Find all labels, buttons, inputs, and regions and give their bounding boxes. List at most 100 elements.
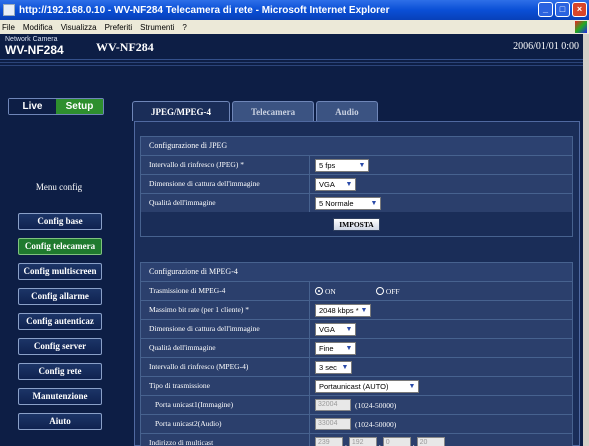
nav-config-base[interactable]: Config base (18, 213, 102, 230)
chevron-down-icon: ▼ (359, 305, 369, 315)
mpeg4-transmission-type-value: Portaunicast (AUTO) (319, 381, 389, 391)
header-divider (0, 60, 583, 68)
mpeg4-capture-size-select[interactable]: VGA ▼ (315, 322, 356, 336)
chevron-down-icon: ▼ (340, 362, 350, 372)
chevron-down-icon: ▼ (357, 160, 367, 170)
mpeg4-refresh-select[interactable]: 3 sec ▼ (315, 360, 352, 374)
mpeg4-capture-size-value: VGA (319, 324, 335, 334)
menu-modifica[interactable]: Modifica (23, 23, 53, 32)
mpeg4-transmission-label: Trasmissione di MPEG-4 (141, 282, 310, 300)
settings-panel: Configurazione di JPEG Intervallo di rin… (134, 121, 580, 446)
close-button[interactable]: × (572, 2, 587, 17)
tab-audio[interactable]: Audio (316, 101, 378, 121)
page-title: WV-NF284 (96, 40, 154, 54)
jpeg-section-title: Configurazione di JPEG (141, 137, 572, 155)
page-content: Network Camera WV-NF284 WV-NF284 2006/01… (0, 34, 583, 446)
jpeg-capture-size-row: Dimensione di cattura dell'immagine VGA ▼ (141, 174, 572, 193)
radio-on-dot (315, 287, 323, 295)
menu-preferiti[interactable]: Preferiti (105, 23, 133, 32)
mpeg4-transmission-row: Trasmissione di MPEG-4 ON OFF (141, 281, 572, 300)
multicast-octet-2[interactable]: 192 (348, 437, 377, 446)
menu-strumenti[interactable]: Strumenti (140, 23, 174, 32)
tab-telecamera[interactable]: Telecamera (232, 101, 315, 121)
tab-bar: JPEG/MPEG-4 Telecamera Audio (132, 101, 380, 121)
port-audio-label: Porta unicast2(Audio) (141, 415, 310, 433)
jpeg-capture-size-label: Dimensione di cattura dell'immagine (141, 175, 310, 193)
mpeg4-bitrate-select[interactable]: 2048 kbps * ▼ (315, 303, 371, 317)
mpeg4-refresh-value: 3 sec (319, 362, 337, 372)
jpeg-refresh-value: 5 fps (319, 160, 336, 170)
jpeg-refresh-select[interactable]: 5 fps ▼ (315, 158, 369, 172)
mpeg4-quality-label: Qualità dell'immagine (141, 339, 310, 357)
mpeg4-quality-value: Fine (319, 343, 334, 353)
window-title: http://192.168.0.10 - WV-NF284 Telecamer… (19, 4, 390, 16)
multicast-octet-4[interactable]: 20 (416, 437, 445, 446)
setup-button[interactable]: Setup (56, 99, 103, 114)
menu-file[interactable]: File (2, 23, 15, 32)
live-button[interactable]: Live (9, 99, 56, 114)
datetime-display: 2006/01/01 0:00 (513, 41, 579, 52)
jpeg-set-button[interactable]: IMPOSTA (333, 217, 380, 231)
nav-aiuto[interactable]: Aiuto (18, 413, 102, 430)
mpeg4-section: Configurazione di MPEG-4 Trasmissione di… (140, 262, 573, 446)
radio-off[interactable]: OFF (375, 286, 400, 296)
jpeg-quality-select[interactable]: 5 Normale ▼ (315, 196, 381, 210)
mpeg4-transmission-type-label: Tipo di trasmissione (141, 377, 310, 395)
mpeg4-transmission-type-row: Tipo di trasmissione Portaunicast (AUTO)… (141, 376, 572, 395)
jpeg-refresh-label: Intervallo di rinfresco (JPEG) * (141, 156, 310, 174)
chevron-down-icon: ▼ (344, 179, 354, 189)
port-image-row: Porta unicast1(Immagine) 32004 (1024-5000… (141, 395, 572, 414)
mpeg4-refresh-row: Intervallo di rinfresco (MPEG-4) 3 sec ▼ (141, 357, 572, 376)
menu-help[interactable]: ? (182, 23, 186, 32)
jpeg-quality-value: 5 Normale (319, 198, 354, 208)
nav-config-rete[interactable]: Config rete (18, 363, 102, 380)
port-audio-input[interactable]: 33004 (315, 418, 351, 430)
radio-off-label: OFF (385, 286, 400, 296)
minimize-button[interactable]: _ (538, 2, 553, 17)
multicast-octet-1[interactable]: 239 (315, 437, 343, 446)
jpeg-capture-size-select[interactable]: VGA ▼ (315, 177, 356, 191)
nav-config-multiscreen[interactable]: Config multiscreen (18, 263, 102, 280)
menu-bar: File Modifica Visualizza Preferiti Strum… (0, 20, 589, 34)
nav-config-autenticaz[interactable]: Config autenticaz (18, 313, 102, 330)
tab-jpeg-mpeg4[interactable]: JPEG/MPEG-4 (132, 101, 230, 121)
mpeg4-bitrate-label: Massimo bit rate (per 1 cliente) * (141, 301, 310, 319)
chevron-down-icon: ▼ (407, 381, 417, 391)
port-audio-row: Porta unicast2(Audio) 33004 (1024-50000) (141, 414, 572, 433)
nav-config-allarme[interactable]: Config allarme (18, 288, 102, 305)
mpeg4-quality-select[interactable]: Fine ▼ (315, 341, 356, 355)
radio-off-dot (375, 287, 384, 295)
jpeg-capture-size-value: VGA (319, 179, 335, 189)
radio-on[interactable]: ON (315, 287, 336, 296)
jpeg-refresh-row: Intervallo di rinfresco (JPEG) * 5 fps ▼ (141, 155, 572, 174)
chevron-down-icon: ▼ (344, 324, 354, 334)
multicast-octet-3[interactable]: 0 (382, 437, 411, 446)
windows-flag-icon (575, 21, 587, 33)
jpeg-section: Configurazione di JPEG Intervallo di rin… (140, 136, 573, 237)
menu-title: Menu config (35, 182, 83, 192)
mpeg4-transmission-type-select[interactable]: Portaunicast (AUTO) ▼ (315, 379, 419, 393)
dot-separator: . (345, 438, 347, 446)
menu-visualizza[interactable]: Visualizza (61, 23, 97, 32)
mode-switch: Live Setup (8, 98, 104, 115)
maximize-button[interactable]: □ (555, 2, 570, 17)
nav-manutenzione[interactable]: Manutenzione (18, 388, 102, 405)
port-image-input[interactable]: 32004 (315, 399, 351, 411)
dot-separator: . (412, 438, 415, 446)
nav-config-telecamera[interactable]: Config telecamera (18, 238, 102, 255)
nav-config-server[interactable]: Config server (18, 338, 102, 355)
sidebar: Live Setup Menu config Config base Confi… (0, 68, 115, 446)
jpeg-quality-row: Qualità dell'immagine 5 Normale ▼ (141, 193, 572, 212)
mpeg4-bitrate-row: Massimo bit rate (per 1 cliente) * 2048 … (141, 300, 572, 319)
model-name: WV-NF284 (5, 43, 64, 57)
mpeg4-quality-row: Qualità dell'immagine Fine ▼ (141, 338, 572, 357)
jpeg-set-row: IMPOSTA (141, 212, 572, 236)
mpeg4-section-title: Configurazione di MPEG-4 (141, 263, 572, 281)
jpeg-quality-label: Qualità dell'immagine (141, 194, 310, 212)
browser-window: http://192.168.0.10 - WV-NF284 Telecamer… (0, 0, 589, 446)
port-image-label: Porta unicast1(Immagine) (141, 396, 310, 414)
vertical-scrollbar[interactable] (583, 34, 589, 446)
page-header: Network Camera WV-NF284 WV-NF284 2006/01… (0, 34, 583, 60)
port-image-range: (1024-50000) (355, 400, 397, 410)
dot-separator: . (378, 438, 381, 446)
